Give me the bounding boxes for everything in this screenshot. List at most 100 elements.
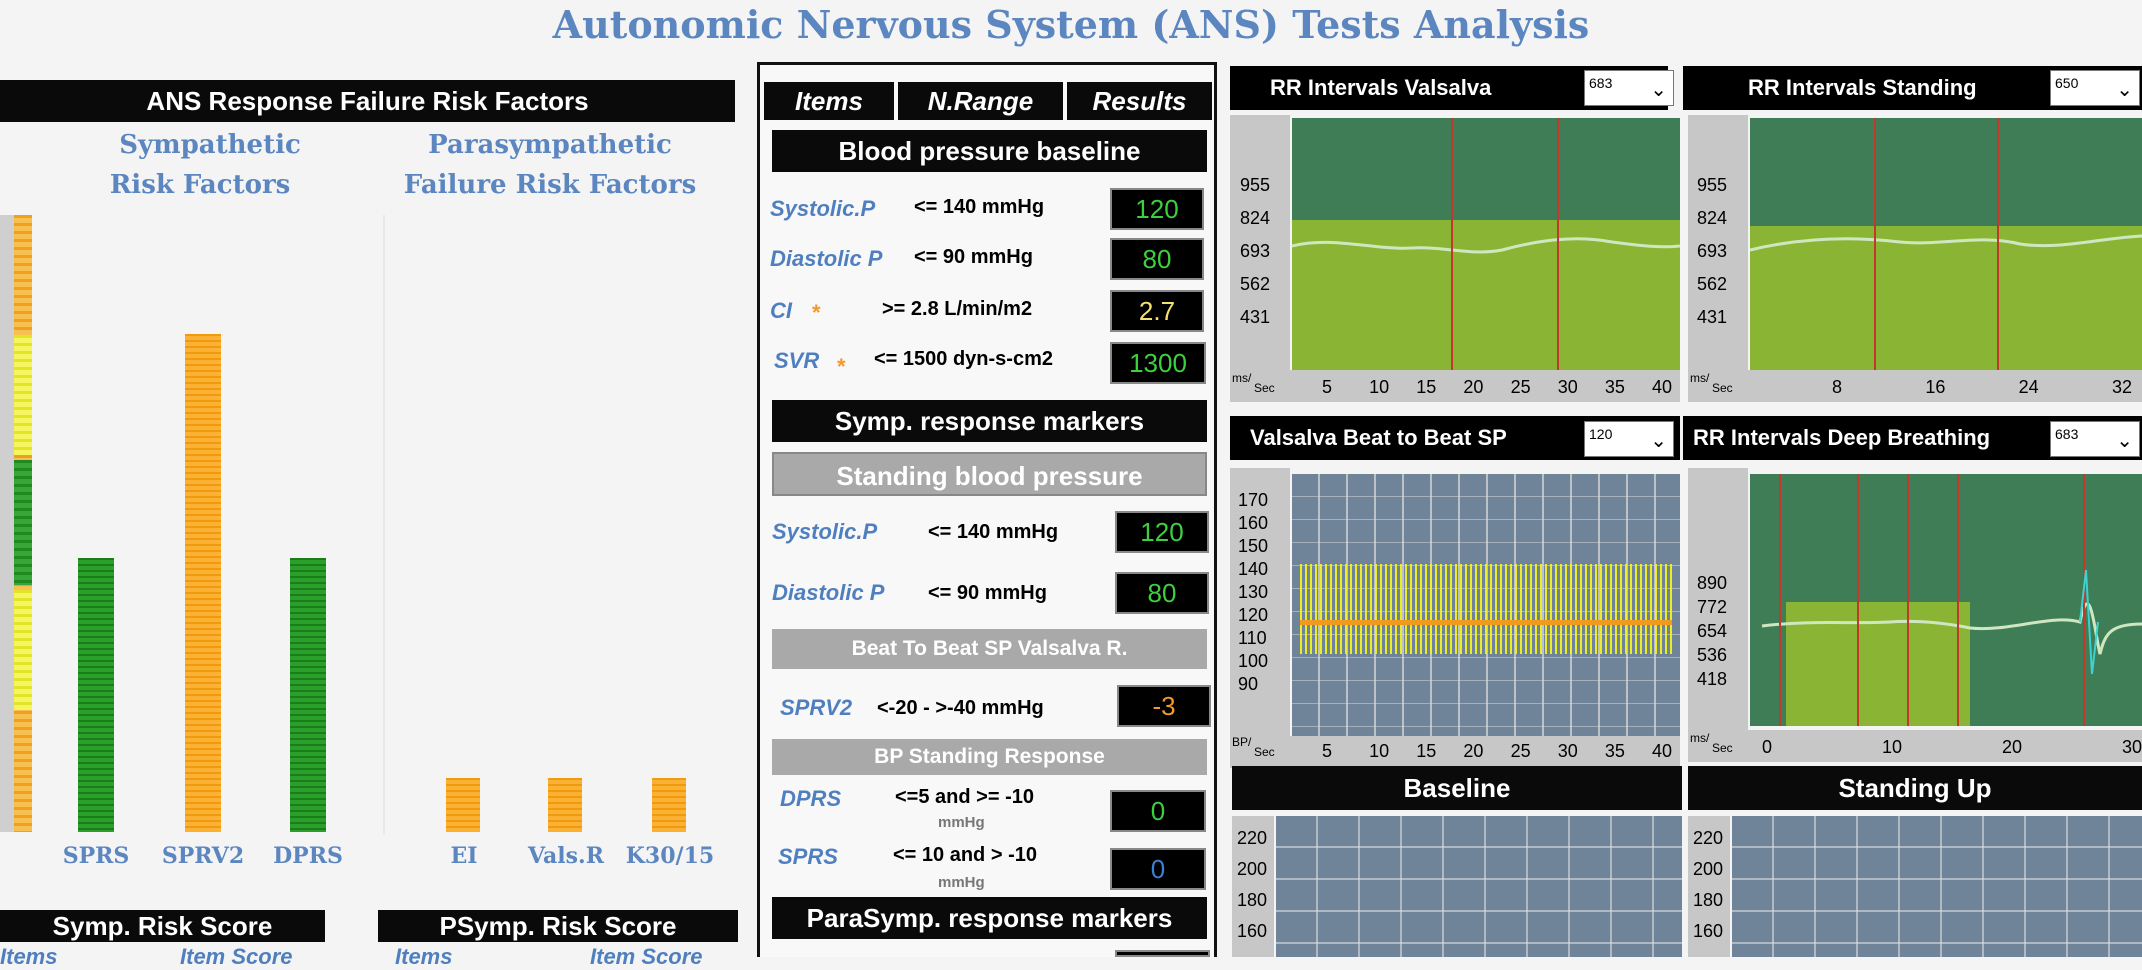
y-tick-label: 110 [1238, 628, 1267, 648]
baseline-y-tick-label: 180 [1237, 890, 1268, 910]
axis-unit-label: ms/ [1690, 731, 1710, 745]
bar-label-sprs: SPRS [62, 843, 130, 869]
valsalva-sp-signal [1300, 564, 1672, 654]
ci-range: >= 2.8 L/min/m2 [882, 298, 1033, 320]
x-tick-label: 10 [1369, 377, 1390, 397]
y-tick-label: 890 [1697, 573, 1728, 593]
risk-factors-header: ANS Response Failure Risk Factors [0, 80, 735, 122]
parasymp-value-stub [1115, 950, 1210, 957]
y-tick-label: 562 [1240, 274, 1271, 294]
x-tick-label: 30 [1557, 377, 1578, 397]
standing-up-y-tick-label: 160 [1693, 921, 1724, 941]
standing-systolic-range: <= 140 mmHg [928, 521, 1059, 543]
symp-title-line2: Risk Factors [109, 170, 291, 200]
standing-bp-header: Standing blood pressure [772, 452, 1207, 496]
axis-unit-label: Sec [1254, 381, 1275, 395]
bp-standing-response-header: BP Standing Response [772, 739, 1207, 775]
x-tick-label: 15 [1416, 377, 1437, 397]
baseline-y-tick-label: 200 [1237, 859, 1268, 879]
sprs-value[interactable]: 0 [1110, 848, 1206, 890]
x-tick-label: 20 [1463, 741, 1484, 761]
x-tick-label: 40 [1652, 377, 1673, 397]
valsalva-sp-plot [1292, 474, 1680, 736]
baseline-y-tick-label: 220 [1237, 828, 1268, 848]
y-tick-label: 824 [1697, 208, 1728, 228]
valsalva-sp-mean-line [1300, 620, 1672, 625]
svr-label: SVR [774, 348, 820, 373]
sprv2-label: SPRV2 [780, 695, 853, 720]
rr-valsalva-plot [1292, 118, 1680, 370]
y-tick-label: 824 [1240, 208, 1271, 228]
y-tick-label: 90 [1238, 674, 1259, 694]
bar-valsr [548, 778, 582, 832]
x-tick-label: 35 [1604, 741, 1625, 761]
psymp-risk-score-header: PSymp. Risk Score [378, 910, 738, 942]
sprv2-value: -3 [1117, 685, 1211, 727]
y-tick-label: 418 [1697, 669, 1728, 689]
sprs-unit: mmHg [938, 874, 985, 891]
chevron-down-icon: ⌄ [2116, 79, 2133, 101]
chevron-down-icon: ⌄ [1650, 79, 1667, 101]
y-tick-label: 150 [1238, 536, 1269, 556]
x-tick-label: 40 [1652, 741, 1673, 761]
col-header-results: Results [1067, 82, 1212, 120]
psymp-score-col-score: Item Score [590, 944, 703, 969]
valsalva-sp-select[interactable]: 120 ⌄ [1584, 421, 1674, 457]
page-title: Autonomic Nervous System (ANS) Tests Ana… [552, 2, 1590, 47]
beat-to-beat-header: Beat To Beat SP Valsalva R. [772, 629, 1207, 669]
x-tick-label: 24 [2018, 377, 2039, 397]
y-tick-label: 431 [1697, 307, 1728, 327]
rr-standing-select[interactable]: 650 ⌄ [2050, 70, 2140, 106]
bar-ei [446, 778, 480, 832]
y-tick-label: 536 [1697, 645, 1728, 665]
rr-standing-xaxis [1688, 370, 2142, 402]
systolic-value: 120 [1110, 188, 1204, 230]
bar-label-k3015: K30/15 [625, 843, 715, 869]
symp-score-col-items: Items [0, 944, 58, 969]
svr-value: 1300 [1110, 342, 1206, 384]
rr-deep-xaxis [1688, 730, 2142, 762]
standing-up-header: Standing Up [1688, 766, 2142, 810]
psymp-score-col-items: Items [395, 944, 453, 969]
y-tick-label: 955 [1240, 175, 1271, 195]
rr-deep-select[interactable]: 683 ⌄ [2050, 421, 2140, 457]
dprs-unit: mmHg [938, 814, 985, 831]
y-tick-label: 772 [1697, 597, 1728, 617]
axis-unit-label: ms/ [1690, 371, 1710, 385]
rr-deep-plot [1750, 474, 2142, 726]
ci-label: CI [770, 298, 792, 323]
bar-label-dprs: DPRS [273, 843, 343, 869]
rr-valsalva-select[interactable]: 683 ⌄ [1584, 70, 1674, 106]
baseline-header: Baseline [1232, 766, 1682, 810]
y-tick-label: 562 [1697, 274, 1728, 294]
y-tick-label: 955 [1697, 175, 1728, 195]
axis-unit-label: Sec [1712, 381, 1733, 395]
symp-markers-header: Symp. response markers [772, 400, 1207, 442]
y-tick-label: 693 [1240, 241, 1271, 261]
psymp-title-line2: Failure Risk Factors [403, 170, 697, 200]
y-tick-label: 130 [1238, 582, 1269, 602]
x-tick-label: 30 [1557, 741, 1578, 761]
bp-baseline-header: Blood pressure baseline [772, 130, 1207, 172]
baseline-plot [1276, 816, 1682, 957]
x-tick-label: 5 [1322, 741, 1333, 761]
y-tick-label: 160 [1238, 513, 1269, 533]
axis-unit-label: Sec [1712, 741, 1733, 755]
standing-systolic-value: 120 [1115, 511, 1209, 553]
psymp-title-line1: Parasympathetic [428, 130, 672, 160]
diastolic-range: <= 90 mmHg [914, 246, 1033, 268]
diastolic-value: 80 [1110, 238, 1204, 280]
dprs-value: 0 [1110, 790, 1206, 832]
dprs-range: <=5 and >= -10 [895, 786, 1034, 808]
y-tick-label: 120 [1238, 605, 1269, 625]
y-tick-label: 431 [1240, 307, 1271, 327]
risk-scale-gauge [0, 215, 32, 832]
x-tick-label: 35 [1604, 377, 1625, 397]
x-tick-label: 20 [2002, 737, 2023, 757]
svr-star: * [837, 354, 846, 379]
bar-k3015 [652, 778, 686, 832]
x-tick-label: 20 [1463, 377, 1484, 397]
x-tick-label: 25 [1510, 377, 1531, 397]
axis-unit-label: Sec [1254, 745, 1275, 759]
valsalva-sp-select-value: 120 [1589, 426, 1613, 442]
